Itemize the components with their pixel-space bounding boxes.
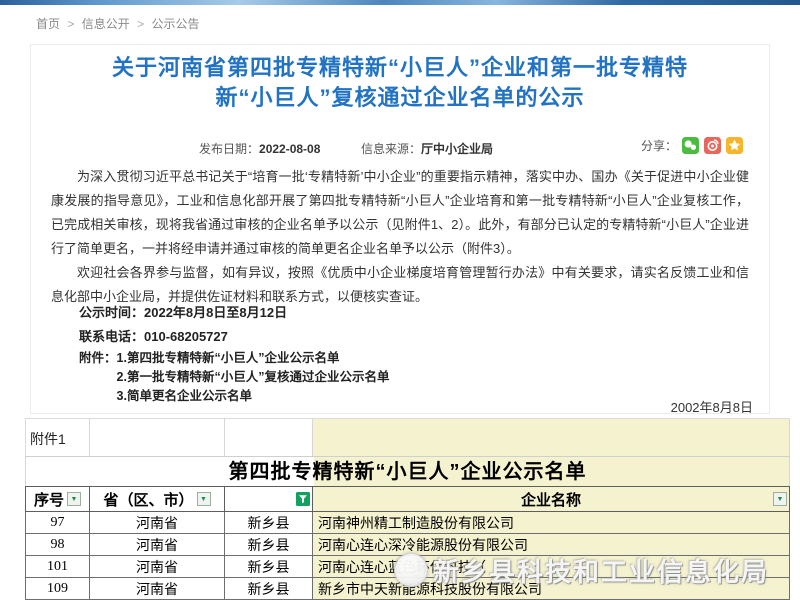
attachments-label: 附件： [79, 349, 117, 406]
cell-company: 新乡市中天新能源科技股份有限公司 [313, 578, 790, 600]
annex-spreadsheet: 附件1 第四批专精特新“小巨人”企业公示名单 序号 ▼ 省（区、市） ▼ 企业名… [25, 418, 790, 600]
publish-date-label: 发布日期： [199, 142, 259, 156]
header-label-seq: 序号 [34, 489, 64, 510]
annex-cell [225, 419, 313, 456]
cell-company: 河南神州精工制造股份有限公司 [313, 512, 790, 534]
article-body: 为深入贯彻习近平总书记关于“培育一批‘专精特新’中小企业”的重要指示精神，落实中… [31, 165, 769, 309]
table-row: 109 河南省 新乡县 新乡市中天新能源科技股份有限公司 [25, 578, 790, 600]
cell-county: 新乡县 [225, 534, 313, 556]
breadcrumb-separator: > [137, 17, 144, 31]
info-source-value: 厅中小企业局 [421, 142, 493, 156]
attachment-link-3[interactable]: 3.简单更名企业公示名单 [117, 387, 390, 406]
page-title: 关于河南省第四批专精特新“小巨人”企业和第一批专精特 新“小巨人”复核通过企业名… [31, 53, 769, 113]
header-label-province: 省（区、市） [103, 489, 193, 510]
cell-county: 新乡县 [225, 556, 313, 578]
cell-seq: 97 [25, 512, 90, 534]
contact-info: 公示时间：2022年8月8日至8月12日 联系电话：010-68205727 [31, 301, 769, 349]
header-cell-province: 省（区、市） ▼ [90, 487, 225, 512]
publish-date-value: 2022-08-08 [259, 142, 320, 156]
breadcrumb-announcements: 公示公告 [151, 17, 199, 31]
sheet-title: 第四批专精特新“小巨人”企业公示名单 [25, 456, 790, 486]
filter-dropdown-icon[interactable]: ▼ [67, 492, 81, 506]
annex-label: 附件1 [26, 429, 66, 456]
share-bar: 分享： [641, 137, 743, 154]
breadcrumb: 首页 > 信息公开 > 公示公告 [36, 15, 203, 32]
attachments-list: 1.第四批专精特新“小巨人”企业公示名单 2.第一批专精特新“小巨人”复核通过企… [117, 349, 390, 406]
paragraph-1: 为深入贯彻习近平总书记关于“培育一批‘专精特新’中小企业”的重要指示精神，落实中… [51, 165, 749, 261]
publish-date: 发布日期：2022-08-08 [199, 140, 320, 157]
cell-seq: 109 [25, 578, 90, 600]
table-row: 98 河南省 新乡县 河南心连心深冷能源股份有限公司 [25, 534, 790, 556]
cell-county: 新乡县 [225, 512, 313, 534]
cell-province: 河南省 [90, 512, 225, 534]
info-source: 信息来源：厅中小企业局 [361, 140, 493, 157]
article-card: 关于河南省第四批专精特新“小巨人”企业和第一批专精特 新“小巨人”复核通过企业名… [30, 44, 770, 414]
cell-seq: 101 [25, 556, 90, 578]
cell-company: 河南心连心蓝色环保科技（ [313, 556, 790, 578]
attachment-link-2[interactable]: 2.第一批专精特新“小巨人”复核通过企业公示名单 [117, 368, 390, 387]
attachment-link-1[interactable]: 1.第四批专精特新“小巨人”企业公示名单 [117, 349, 390, 368]
breadcrumb-separator: > [67, 17, 74, 31]
info-source-label: 信息来源： [361, 142, 421, 156]
cell-province: 河南省 [90, 534, 225, 556]
filter-dropdown-icon[interactable]: ▼ [773, 492, 787, 506]
breadcrumb-info-disclosure[interactable]: 信息公开 [82, 17, 130, 31]
attachments-block: 附件： 1.第四批专精特新“小巨人”企业公示名单 2.第一批专精特新“小巨人”复… [79, 349, 389, 406]
cell-seq: 98 [25, 534, 90, 556]
header-cell-company: 企业名称 ▼ [313, 487, 790, 512]
page-title-line2: 新“小巨人”复核通过企业名单的公示 [31, 83, 769, 113]
cell-company: 河南心连心深冷能源股份有限公司 [313, 534, 790, 556]
table-row: 97 河南省 新乡县 河南神州精工制造股份有限公司 [25, 512, 790, 534]
cell-county: 新乡县 [225, 578, 313, 600]
wechat-share-icon[interactable] [682, 137, 699, 154]
annex-label-row: 附件1 [25, 418, 790, 456]
active-filter-funnel-icon[interactable] [296, 492, 310, 506]
top-gradient-bar [0, 0, 800, 5]
contact-phone: 联系电话：010-68205727 [79, 325, 749, 349]
article-date: 2002年8月8日 [671, 397, 753, 416]
favorite-star-icon[interactable] [726, 137, 743, 154]
weibo-share-icon[interactable] [704, 137, 721, 154]
header-cell-seq: 序号 ▼ [25, 487, 90, 512]
sheet-header-row: 序号 ▼ 省（区、市） ▼ 企业名称 ▼ [25, 486, 790, 512]
table-row: 101 河南省 新乡县 河南心连心蓝色环保科技（ [25, 556, 790, 578]
filter-dropdown-icon[interactable]: ▼ [197, 492, 211, 506]
article-meta: 发布日期：2022-08-08 信息来源：厅中小企业局 分享： [31, 137, 769, 159]
header-cell-county [225, 487, 313, 512]
breadcrumb-home[interactable]: 首页 [36, 17, 60, 31]
page-title-line1: 关于河南省第四批专精特新“小巨人”企业和第一批专精特 [31, 53, 769, 83]
annex-cell: 附件1 [25, 419, 90, 456]
annex-cell [90, 419, 225, 456]
share-label: 分享： [641, 137, 677, 154]
cell-province: 河南省 [90, 556, 225, 578]
header-label-company: 企业名称 [521, 489, 581, 510]
publicity-period: 公示时间：2022年8月8日至8月12日 [79, 301, 749, 325]
cell-province: 河南省 [90, 578, 225, 600]
annex-cell [313, 419, 790, 456]
